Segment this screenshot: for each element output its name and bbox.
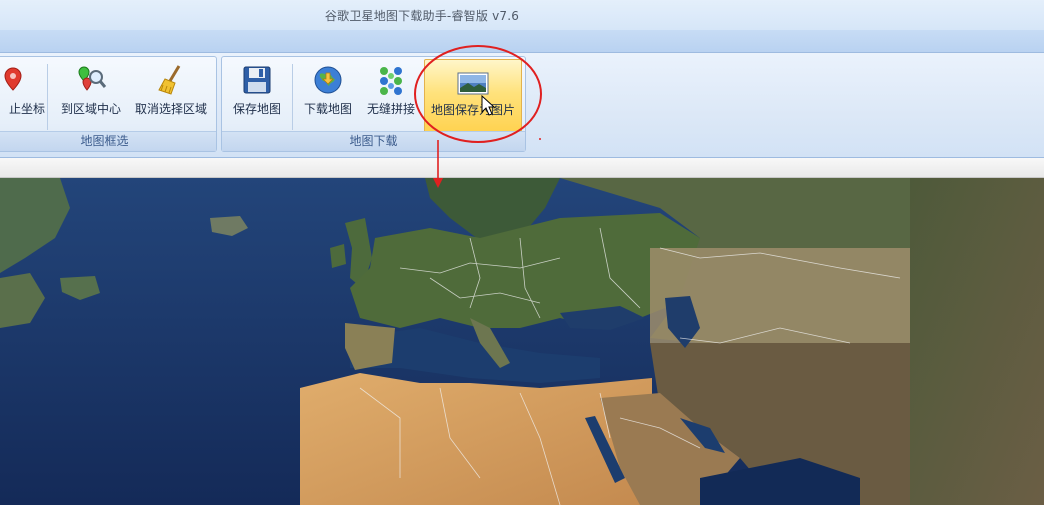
- map-toolbar-strip: [0, 158, 1044, 178]
- ribbon-group-map-selection: 止坐标 到区域中心 取消选择区域 地图框选: [0, 56, 217, 152]
- coordinate-button-label: 止坐标: [9, 102, 46, 116]
- group-label-map-download: 地图下载: [222, 131, 525, 151]
- download-map-button[interactable]: 下载地图: [298, 57, 358, 132]
- ribbon-tab-strip: [0, 30, 1044, 53]
- globe-download-icon: [314, 66, 342, 94]
- save-map-as-image-label: 地图保存为图片: [430, 103, 515, 117]
- image-icon: [457, 72, 489, 95]
- ribbon-separator: [292, 64, 293, 130]
- stitch-dots-icon: [380, 67, 402, 95]
- map-pin-icon: [4, 67, 22, 91]
- satellite-map-view[interactable]: [0, 178, 1044, 505]
- ribbon: 止坐标 到区域中心 取消选择区域 地图框选 保存地图 下载地图 无缝拼接 地图保…: [0, 53, 1044, 158]
- satellite-map-image: [0, 178, 1044, 505]
- seamless-stitch-label: 无缝拼接: [366, 102, 415, 116]
- save-map-label: 保存地图: [232, 102, 281, 116]
- go-to-region-center-label: 到区域中心: [60, 102, 121, 116]
- cancel-selection-label: 取消选择区域: [134, 102, 207, 116]
- window-title: 谷歌卫星地图下载助手-睿智版 v7.6: [324, 9, 520, 23]
- pin-search-icon: [78, 66, 107, 91]
- broom-icon: [158, 65, 181, 95]
- download-map-label: 下载地图: [303, 102, 352, 116]
- ribbon-group-map-download: 保存地图 下载地图 无缝拼接 地图保存为图片 地图下载: [221, 56, 526, 152]
- save-disk-icon: [243, 66, 271, 94]
- save-map-as-image-button[interactable]: 地图保存为图片: [424, 59, 522, 134]
- title-bar: 谷歌卫星地图下载助手-睿智版 v7.6: [0, 0, 1044, 30]
- go-to-region-center-button[interactable]: 到区域中心: [53, 57, 129, 132]
- cancel-selection-button[interactable]: 取消选择区域: [131, 57, 211, 132]
- group-label-map-selection: 地图框选: [0, 131, 216, 151]
- seamless-stitch-button[interactable]: 无缝拼接: [360, 57, 422, 132]
- ribbon-separator: [47, 64, 48, 130]
- save-map-button[interactable]: 保存地图: [226, 57, 288, 132]
- coordinate-button[interactable]: 止坐标: [1, 57, 46, 132]
